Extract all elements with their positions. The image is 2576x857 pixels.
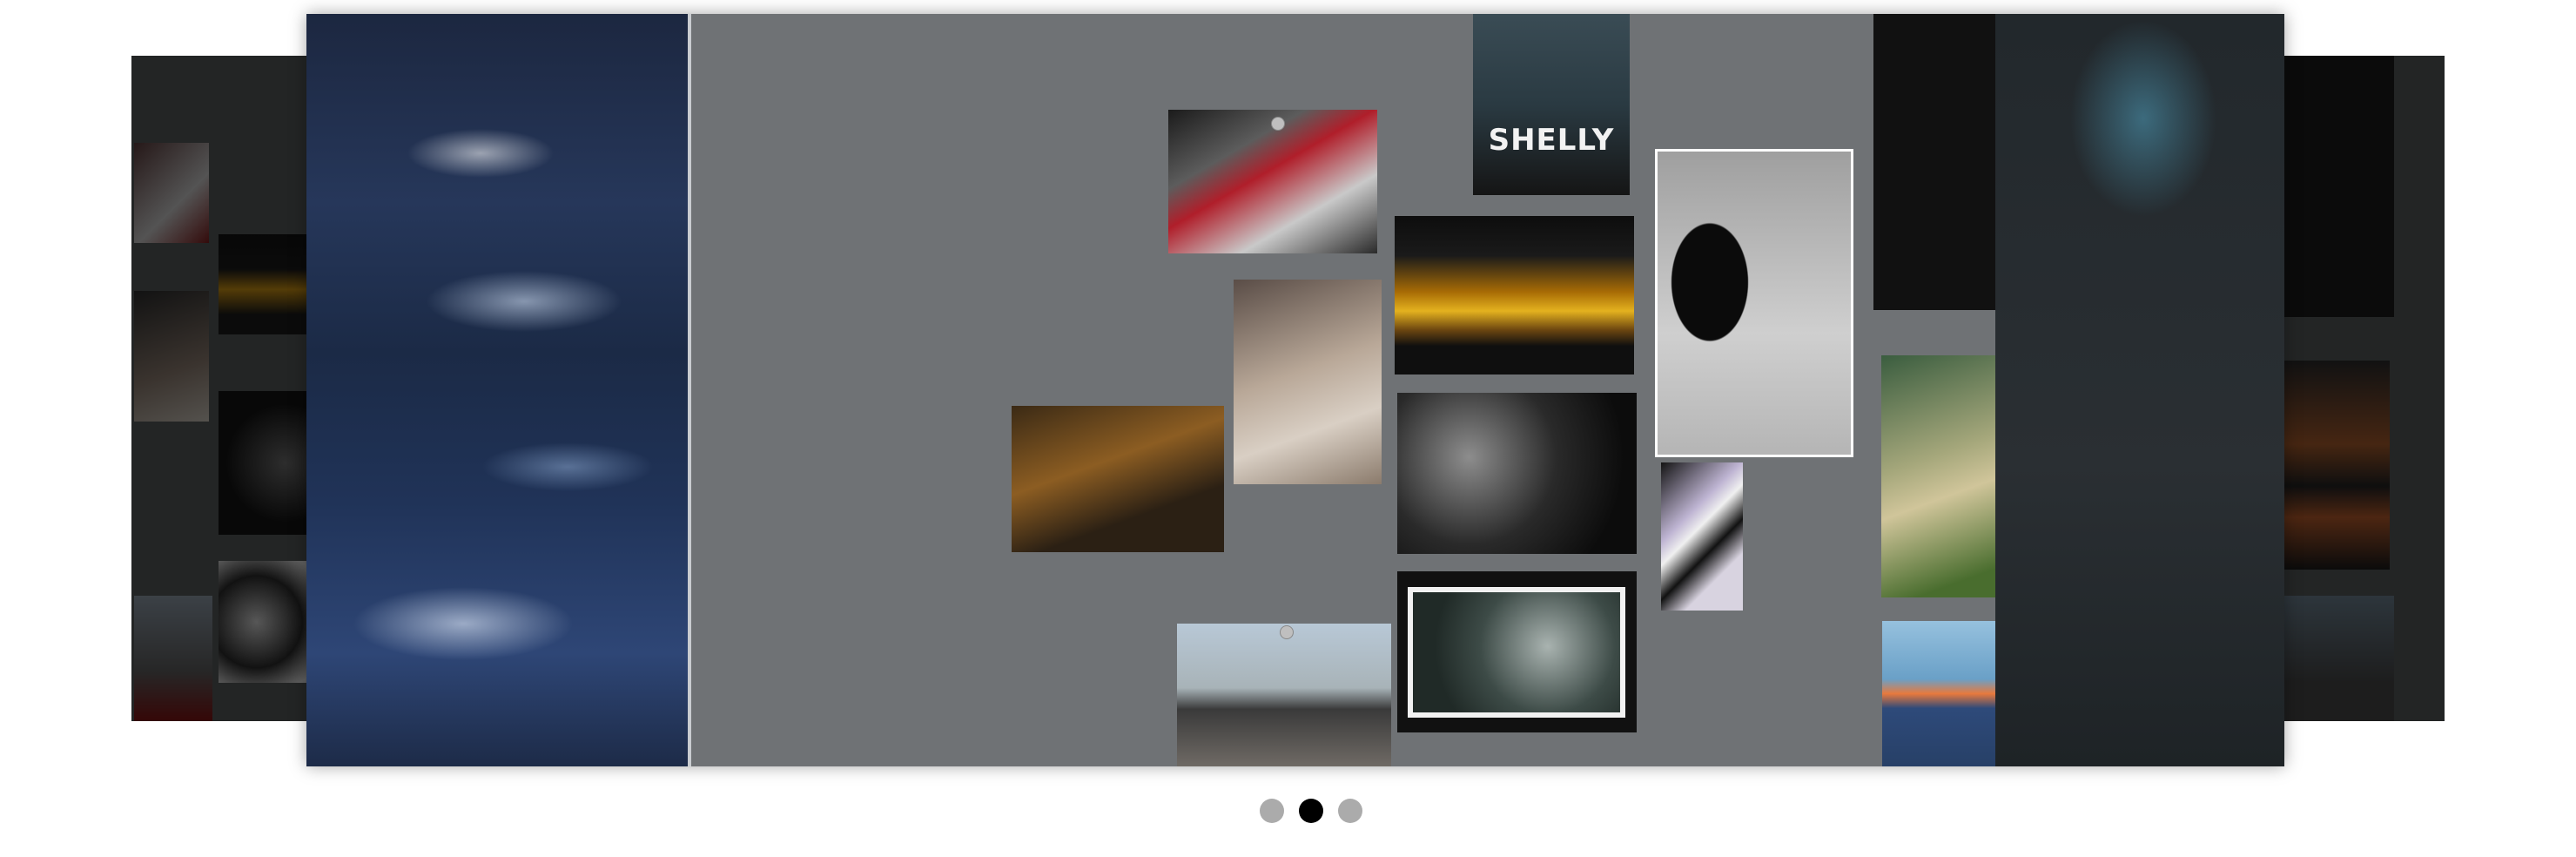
- collage-photo-car: [1168, 110, 1377, 253]
- pagination-dot-1[interactable]: [1260, 799, 1284, 823]
- collage-photo: [134, 291, 209, 422]
- collage-photo-warm: [1012, 406, 1224, 552]
- collage-photo: [219, 391, 313, 535]
- collage-photo-robot-frame: [1397, 571, 1637, 732]
- collage-photo-shelly: SHELLY: [1473, 14, 1630, 195]
- collage-photo-portrait: [1655, 149, 1853, 457]
- dark-night-panel: [1995, 14, 2284, 766]
- photo-caption: SHELLY: [1488, 123, 1615, 158]
- collage-photo-phone: [1234, 280, 1382, 484]
- collage-photo-two-men: [1177, 624, 1391, 766]
- image-carousel[interactable]: SHELLY: [0, 0, 2576, 784]
- pagination-dot-3[interactable]: [1338, 799, 1362, 823]
- collage-photo: [134, 143, 209, 243]
- carousel-pagination: [1260, 799, 1364, 825]
- carousel-slide-previous[interactable]: [131, 56, 313, 721]
- carousel-slide-next[interactable]: [2263, 56, 2445, 721]
- carousel-slide-current[interactable]: SHELLY: [306, 14, 2284, 766]
- pin-icon: [1271, 117, 1285, 131]
- robot-photo-inner: [1408, 587, 1625, 718]
- collage-photo-desert: [1395, 216, 1634, 375]
- collage-photo: [134, 596, 212, 721]
- pagination-dot-2-active[interactable]: [1299, 799, 1323, 823]
- collage-photo-robot-dark: [1397, 393, 1637, 554]
- collage-photo: [219, 561, 313, 683]
- pin-icon: [1280, 625, 1294, 639]
- collage-photo-abstract: [1661, 462, 1743, 611]
- collage-photo: [219, 234, 313, 334]
- ocean-painting-panel: [306, 14, 691, 766]
